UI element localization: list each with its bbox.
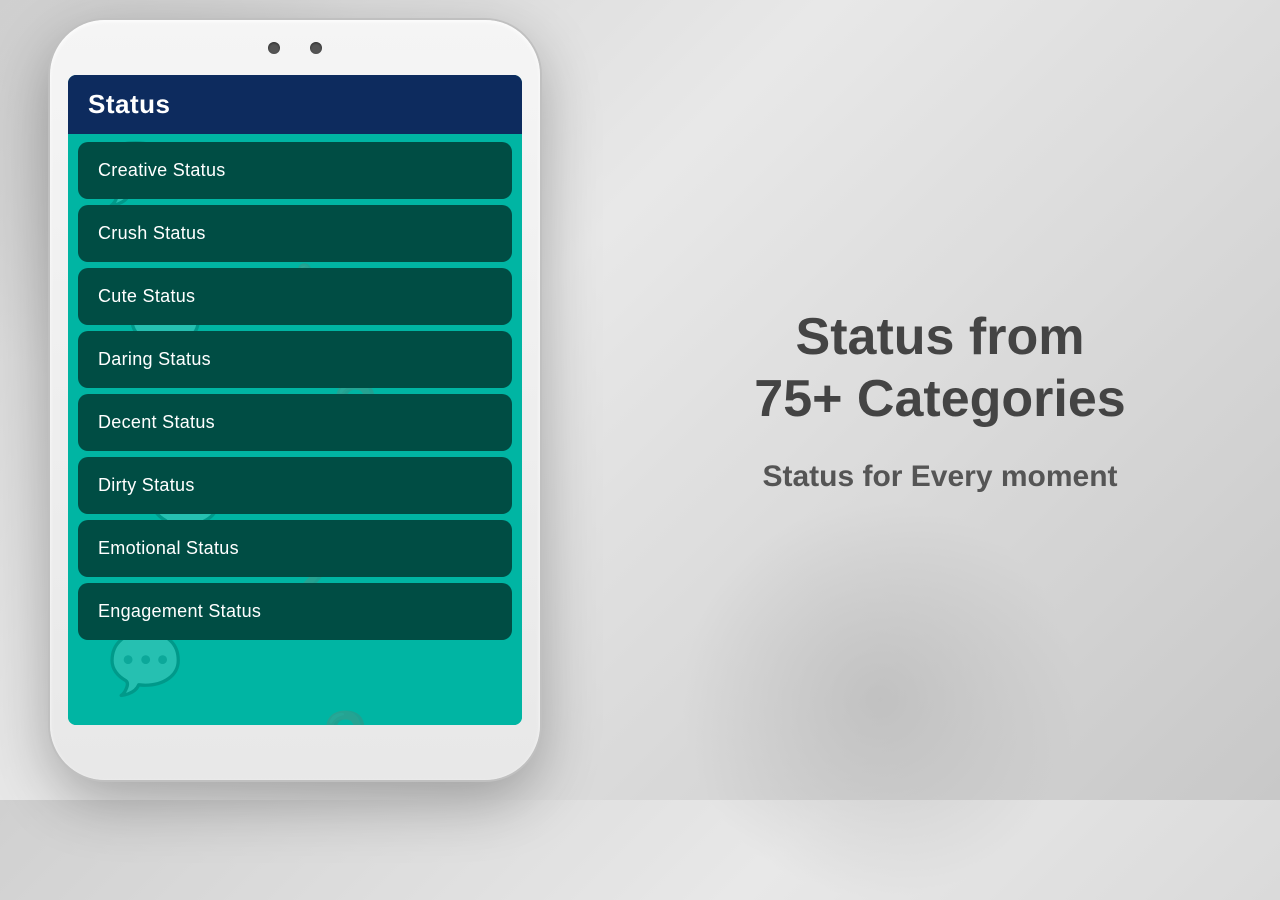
menu-item-label-engagement-status: Engagement Status [98,601,261,621]
menu-item-label-dirty-status: Dirty Status [98,475,195,495]
menu-item-emotional-status[interactable]: Emotional Status [78,520,512,577]
right-panel: Status from75+ Categories Status for Eve… [600,0,1280,800]
menu-item-dirty-status[interactable]: Dirty Status [78,457,512,514]
app-title: Status [88,89,170,120]
menu-item-crush-status[interactable]: Crush Status [78,205,512,262]
menu-item-label-decent-status: Decent Status [98,412,215,432]
menu-list: Creative Status Crush Status Cute Status Da… [68,134,522,648]
phone-body: Status 💬 ❓ 💬 ❓ 💬 ❓ 💬 ❓ Creati [50,20,540,780]
menu-item-label-creative-status: Creative Status [98,160,226,180]
menu-item-label-emotional-status: Emotional Status [98,538,239,558]
menu-item-cute-status[interactable]: Cute Status [78,268,512,325]
phone-screen: Status 💬 ❓ 💬 ❓ 💬 ❓ 💬 ❓ Creati [68,75,522,725]
phone-mockup: Status 💬 ❓ 💬 ❓ 💬 ❓ 💬 ❓ Creati [50,20,540,780]
menu-item-label-daring-status: Daring Status [98,349,211,369]
menu-item-label-cute-status: Cute Status [98,286,195,306]
tagline-main: Status from75+ Categories [754,306,1125,431]
menu-item-decent-status[interactable]: Decent Status [78,394,512,451]
tagline-sub: Status for Every moment [762,460,1117,494]
dot-left [268,42,280,54]
dot-right [310,42,322,54]
bg-icon-8: ❓ [308,714,383,725]
menu-item-daring-status[interactable]: Daring Status [78,331,512,388]
menu-item-engagement-status[interactable]: Engagement Status [78,583,512,640]
screen-content: 💬 ❓ 💬 ❓ 💬 ❓ 💬 ❓ Creative StatusCrush Sta… [68,134,522,725]
phone-speaker-dots [268,42,322,54]
menu-item-creative-status[interactable]: Creative Status [78,142,512,199]
menu-item-label-crush-status: Crush Status [98,223,206,243]
app-header: Status [68,75,522,134]
